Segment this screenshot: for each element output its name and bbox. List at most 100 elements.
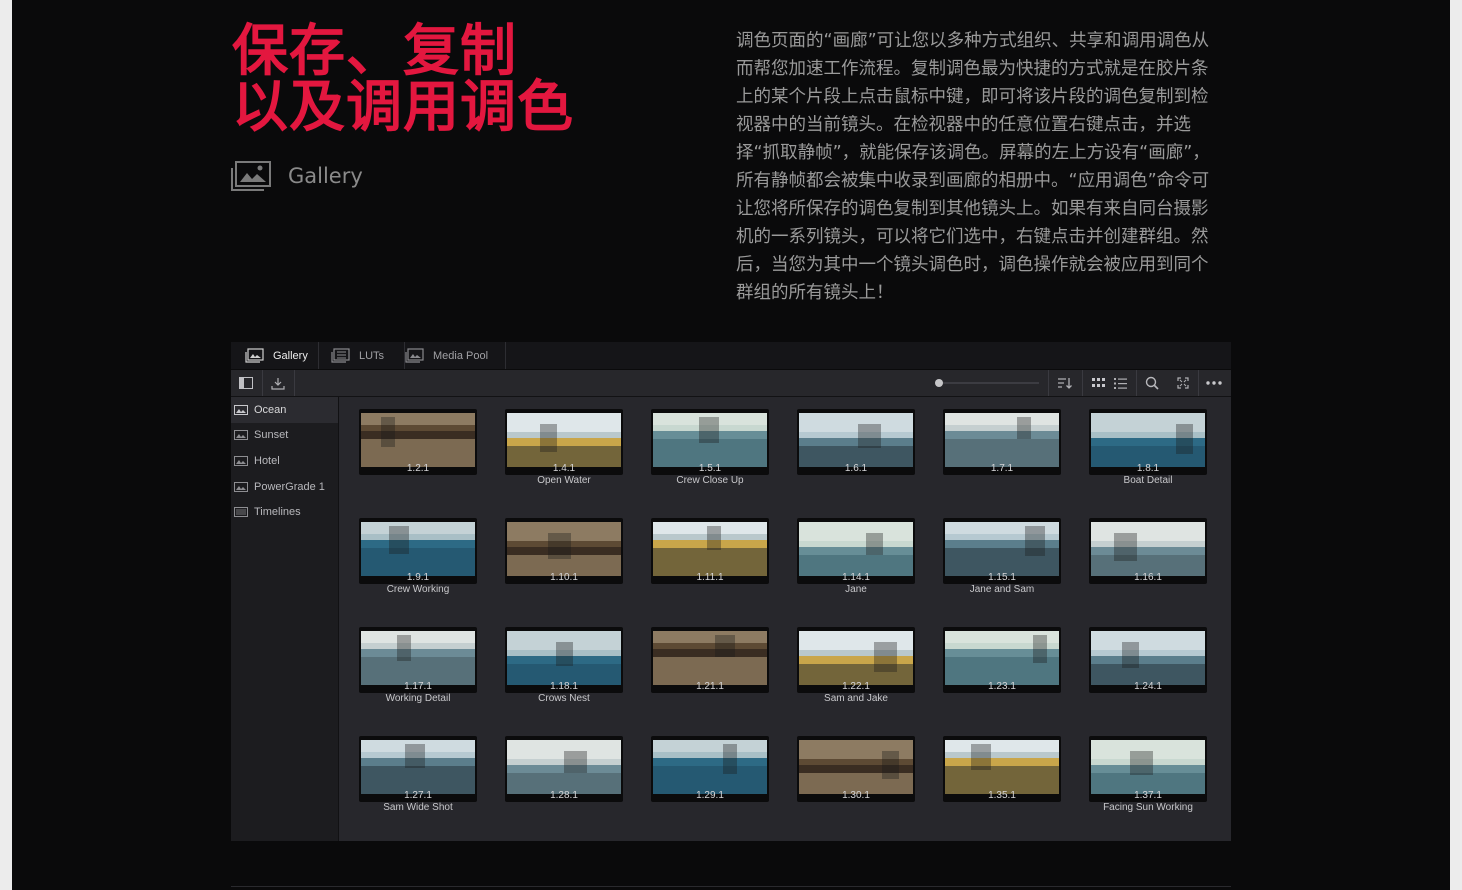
still-thumbnail[interactable]: 1.8.1 Boat Detail bbox=[1089, 397, 1207, 495]
still-number: 1.14.1 bbox=[842, 572, 870, 583]
section-divider bbox=[231, 886, 1231, 887]
sidebar-item-timelines[interactable]: Timelines bbox=[231, 499, 338, 525]
still-image bbox=[361, 740, 475, 794]
still-number: 1.2.1 bbox=[406, 463, 430, 474]
still-thumbnail[interactable]: 1.5.1 Crew Close Up bbox=[651, 397, 769, 495]
sidebar-item-sunset[interactable]: Sunset bbox=[231, 423, 338, 449]
still-number: 1.29.1 bbox=[696, 790, 724, 801]
zoom-slider[interactable] bbox=[935, 379, 1039, 387]
still-number: 1.22.1 bbox=[842, 681, 870, 692]
still-thumbnail[interactable]: 1.30.1 bbox=[797, 724, 915, 822]
still-thumbnail[interactable]: 1.21.1 bbox=[651, 615, 769, 713]
still-name: Facing Sun Working bbox=[1103, 802, 1193, 813]
still-image bbox=[361, 413, 475, 467]
still-image bbox=[361, 522, 475, 576]
still-thumbnail[interactable]: 1.9.1 Crew Working bbox=[359, 506, 477, 604]
still-number: 1.24.1 bbox=[1134, 681, 1162, 692]
still-name: Crows Nest bbox=[538, 693, 590, 704]
still-number: 1.16.1 bbox=[1134, 572, 1162, 583]
sort-icon bbox=[1058, 378, 1072, 389]
still-number: 1.7.1 bbox=[990, 463, 1014, 474]
list-view-button[interactable] bbox=[1105, 370, 1135, 396]
still-image bbox=[1091, 413, 1205, 467]
sidebar-item-ocean[interactable]: Ocean bbox=[231, 397, 338, 423]
still-number: 1.17.1 bbox=[404, 681, 432, 692]
sidebar-item-label: Hotel bbox=[254, 454, 280, 467]
sort-button[interactable] bbox=[1050, 370, 1080, 396]
still-thumbnail[interactable]: 1.11.1 bbox=[651, 506, 769, 604]
still-image bbox=[507, 522, 621, 576]
still-thumbnail[interactable]: 1.29.1 bbox=[651, 724, 769, 822]
still-thumbnail[interactable]: 1.24.1 bbox=[1089, 615, 1207, 713]
still-thumbnail[interactable]: 1.35.1 bbox=[943, 724, 1061, 822]
still-thumbnail[interactable]: 1.27.1 Sam Wide Shot bbox=[359, 724, 477, 822]
still-thumbnail[interactable]: 1.18.1 Crows Nest bbox=[505, 615, 623, 713]
still-thumbnail[interactable]: 1.4.1 Open Water bbox=[505, 397, 623, 495]
still-image bbox=[945, 522, 1059, 576]
still-thumbnail[interactable]: 1.7.1 bbox=[943, 397, 1061, 495]
more-options-button[interactable] bbox=[1199, 370, 1229, 396]
tab-gallery-label: Gallery bbox=[273, 349, 308, 362]
still-thumbnail[interactable]: 1.14.1 Jane bbox=[797, 506, 915, 604]
search-icon bbox=[1145, 376, 1159, 390]
still-number: 1.9.1 bbox=[406, 572, 430, 583]
still-image bbox=[799, 413, 913, 467]
still-number: 1.23.1 bbox=[988, 681, 1016, 692]
still-thumbnail[interactable]: 1.15.1 Jane and Sam bbox=[943, 506, 1061, 604]
still-thumbnail[interactable]: 1.2.1 bbox=[359, 397, 477, 495]
still-thumbnail[interactable]: 1.22.1 Sam and Jake bbox=[797, 615, 915, 713]
album-icon bbox=[234, 430, 248, 441]
still-name: Crew Close Up bbox=[676, 475, 744, 486]
page-title: 保存、复制 以及调用调色 bbox=[232, 24, 574, 136]
toolbar-divider bbox=[1048, 370, 1049, 396]
grid-view-icon bbox=[1091, 378, 1105, 387]
expand-button[interactable] bbox=[1168, 370, 1198, 396]
import-button[interactable] bbox=[263, 370, 293, 396]
still-thumbnail[interactable]: 1.6.1 bbox=[797, 397, 915, 495]
list-view-icon bbox=[1113, 377, 1127, 389]
sidebar-item-hotel[interactable]: Hotel bbox=[231, 448, 338, 474]
zoom-slider-knob[interactable] bbox=[935, 379, 943, 387]
still-name: Sam and Jake bbox=[824, 693, 888, 704]
still-image bbox=[653, 413, 767, 467]
still-thumbnail[interactable]: 1.37.1 Facing Sun Working bbox=[1089, 724, 1207, 822]
still-thumbnail[interactable]: 1.28.1 bbox=[505, 724, 623, 822]
still-name: Boat Detail bbox=[1123, 475, 1173, 486]
stills-grid: 1.2.1 1.4.1 Open Water 1.5.1 Crew Close Up 1.… bbox=[339, 397, 1231, 841]
title-line-1: 保存、复制 bbox=[232, 19, 517, 84]
still-thumbnail[interactable]: 1.10.1 bbox=[505, 506, 623, 604]
tab-media-pool[interactable]: Media Pool bbox=[391, 342, 506, 369]
title-line-2: 以及调用调色 bbox=[232, 75, 574, 140]
sidebar-item-label: Ocean bbox=[254, 403, 287, 416]
still-thumbnail[interactable]: 1.16.1 bbox=[1089, 506, 1207, 604]
sidebar-item-label: PowerGrade 1 bbox=[254, 480, 325, 493]
still-image bbox=[507, 413, 621, 467]
toolbar-divider bbox=[294, 370, 295, 396]
page: 保存、复制 以及调用调色 Gallery 调色页面的“画廊”可让您以多种方式组织… bbox=[12, 0, 1450, 890]
search-button[interactable] bbox=[1137, 370, 1167, 396]
media-pool-icon bbox=[405, 348, 424, 363]
sidebar-item-label: Sunset bbox=[254, 429, 289, 442]
sidebar-toggle-button[interactable] bbox=[231, 370, 261, 396]
sidebar-item-powergrade-1[interactable]: PowerGrade 1 bbox=[231, 474, 338, 500]
still-image bbox=[799, 740, 913, 794]
still-name: Jane bbox=[845, 584, 867, 595]
still-name: Jane and Sam bbox=[969, 584, 1035, 595]
tab-media-pool-label: Media Pool bbox=[433, 349, 489, 362]
album-icon bbox=[234, 455, 248, 466]
still-image bbox=[653, 522, 767, 576]
more-icon bbox=[1206, 381, 1222, 385]
still-image bbox=[945, 631, 1059, 685]
still-thumbnail[interactable]: 1.17.1 Working Detail bbox=[359, 615, 477, 713]
intro-paragraph: 调色页面的“画廊”可让您以多种方式组织、共享和调用调色从而帮您加速工作流程。复制… bbox=[736, 31, 1210, 303]
still-image bbox=[945, 740, 1059, 794]
section-label: Gallery bbox=[230, 158, 363, 194]
still-number: 1.18.1 bbox=[550, 681, 578, 692]
sidebar-item-label: Timelines bbox=[254, 506, 301, 519]
still-thumbnail[interactable]: 1.23.1 bbox=[943, 615, 1061, 713]
still-image bbox=[653, 631, 767, 685]
tab-gallery[interactable]: Gallery bbox=[231, 342, 319, 369]
still-number: 1.6.1 bbox=[844, 463, 868, 474]
still-number: 1.21.1 bbox=[696, 681, 724, 692]
still-number: 1.5.1 bbox=[698, 463, 722, 474]
